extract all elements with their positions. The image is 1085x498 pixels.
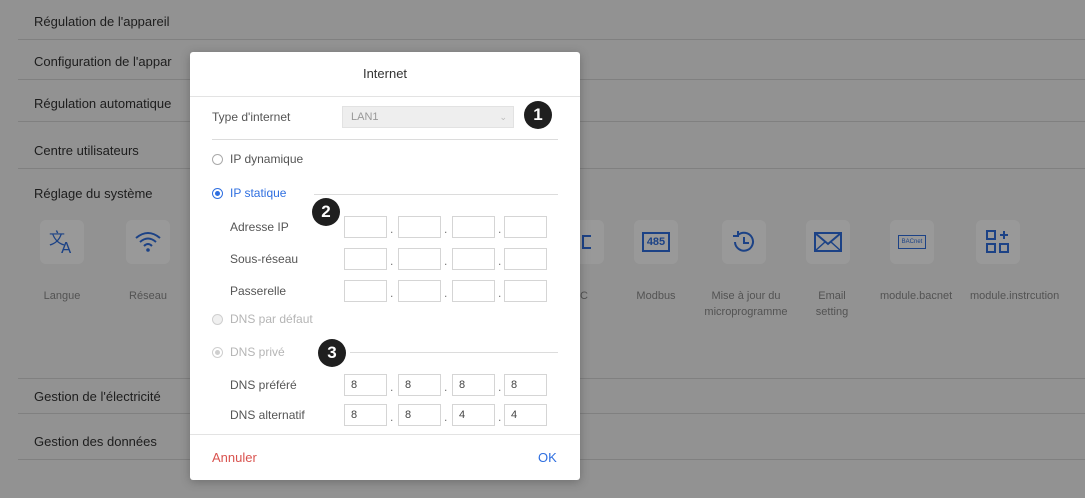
gateway-octet-2[interactable] <box>398 280 441 302</box>
separator-dot: . <box>444 254 448 268</box>
radio-static-ip[interactable] <box>212 188 223 199</box>
internet-dialog: Internet Type d'internet LAN1 ⌄ IP dynam… <box>190 52 580 480</box>
dns-alt-octet-2[interactable]: 8 <box>398 404 441 426</box>
radio-dns-private[interactable] <box>212 347 223 358</box>
subnet-octet-1[interactable] <box>344 248 387 270</box>
separator-dot: . <box>498 410 502 424</box>
chevron-down-icon: ⌄ <box>499 112 507 122</box>
internet-type-select[interactable]: LAN1 ⌄ <box>342 106 514 128</box>
separator-dot: . <box>390 286 394 300</box>
radio-dynamic-label: IP dynamique <box>230 152 304 166</box>
separator-dot: . <box>390 222 394 236</box>
gateway-label: Passerelle <box>230 284 287 298</box>
dns-pref-octet-3[interactable]: 8 <box>452 374 495 396</box>
gateway-octet-1[interactable] <box>344 280 387 302</box>
radio-static-label: IP statique <box>230 186 287 200</box>
annotation-badge-3: 3 <box>318 339 346 367</box>
gateway-octet-4[interactable] <box>504 280 547 302</box>
dns-alt-octet-4[interactable]: 4 <box>504 404 547 426</box>
ip-octet-1[interactable] <box>344 216 387 238</box>
dialog-title: Internet <box>190 52 580 97</box>
gateway-octet-3[interactable] <box>452 280 495 302</box>
dns-alternate-label: DNS alternatif <box>230 408 305 422</box>
radio-dns-default[interactable] <box>212 314 223 325</box>
ip-octet-2[interactable] <box>398 216 441 238</box>
ip-octet-4[interactable] <box>504 216 547 238</box>
dns-alt-octet-1[interactable]: 8 <box>344 404 387 426</box>
separator-dot: . <box>444 222 448 236</box>
separator-dot: . <box>498 222 502 236</box>
internet-type-value: LAN1 <box>351 111 379 123</box>
ok-button[interactable]: OK <box>538 450 557 465</box>
separator-dot: . <box>390 380 394 394</box>
subnet-octet-4[interactable] <box>504 248 547 270</box>
divider <box>314 194 558 195</box>
subnet-octet-3[interactable] <box>452 248 495 270</box>
dns-pref-octet-1[interactable]: 8 <box>344 374 387 396</box>
separator-dot: . <box>444 410 448 424</box>
subnet-label: Sous-réseau <box>230 252 299 266</box>
separator-dot: . <box>390 410 394 424</box>
separator-dot: . <box>498 286 502 300</box>
ip-address-label: Adresse IP <box>230 220 289 234</box>
radio-dynamic-ip[interactable] <box>212 154 223 165</box>
separator-dot: . <box>498 380 502 394</box>
separator-dot: . <box>444 380 448 394</box>
dns-pref-octet-2[interactable]: 8 <box>398 374 441 396</box>
divider <box>350 352 558 353</box>
separator-dot: . <box>444 286 448 300</box>
dialog-footer-divider <box>190 434 580 435</box>
divider <box>212 139 558 140</box>
dns-preferred-label: DNS préféré <box>230 378 297 392</box>
annotation-badge-2: 2 <box>312 198 340 226</box>
ip-octet-3[interactable] <box>452 216 495 238</box>
annotation-badge-1: 1 <box>524 101 552 129</box>
radio-dns-private-label: DNS privé <box>230 345 285 359</box>
separator-dot: . <box>498 254 502 268</box>
subnet-octet-2[interactable] <box>398 248 441 270</box>
separator-dot: . <box>390 254 394 268</box>
internet-type-label: Type d'internet <box>212 110 291 124</box>
dns-alt-octet-3[interactable]: 4 <box>452 404 495 426</box>
cancel-button[interactable]: Annuler <box>212 450 257 465</box>
dns-pref-octet-4[interactable]: 8 <box>504 374 547 396</box>
radio-dns-default-label: DNS par défaut <box>230 312 313 326</box>
